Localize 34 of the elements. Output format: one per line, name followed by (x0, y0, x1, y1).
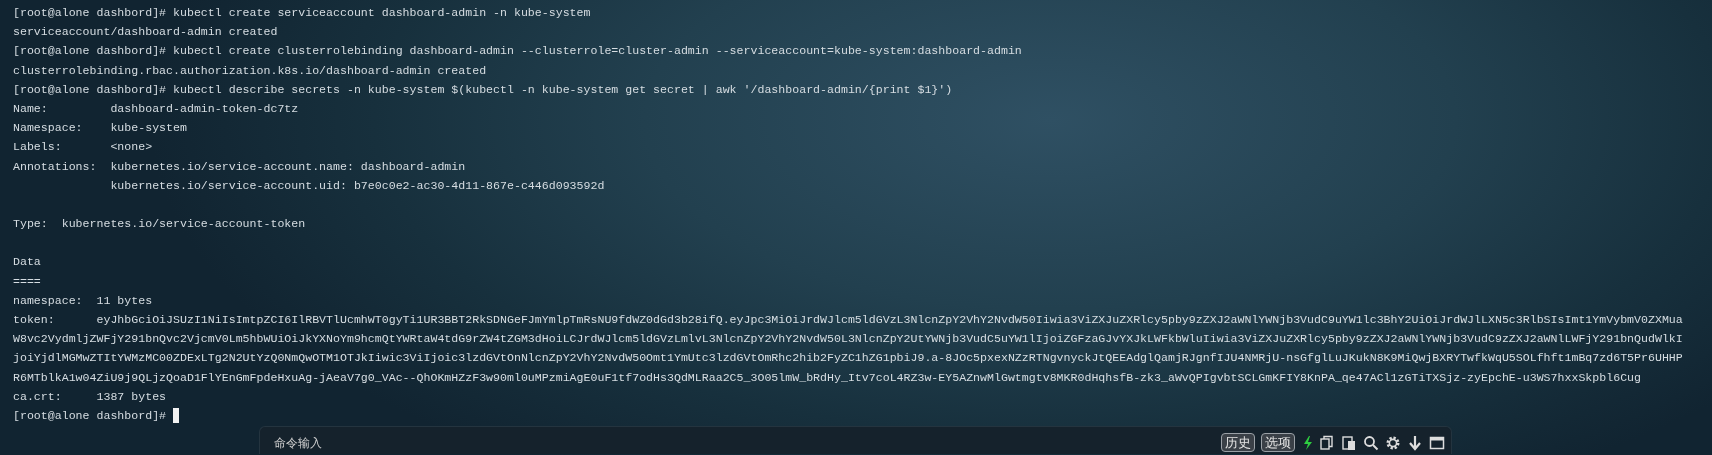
output-line: Name: dashboard-admin-token-dc7tz (13, 100, 299, 117)
output-line: ==== (13, 273, 41, 290)
output-line: kubernetes.io/service-account.uid: b7e0c0e2-ac30-4d11-867e-c446d093592d (109, 177, 605, 194)
toolbar-button[interactable]: 历史 (1221, 433, 1255, 453)
settings-icon[interactable] (1385, 434, 1401, 451)
command-text: kubectl create clusterrolebinding dashboard-admin --clusterrole=cluster-admin --serviceaccount=kube-system:dashboard-admin (172, 43, 1022, 60)
window-icon[interactable] (1429, 434, 1445, 451)
output-line: W8vc2VydmljZWFjY291bnQvc2VjcmV0Lm5hbWUiOiJkYXNoYm9hcmQtYWRtaW4tdG9rZW4tZGM3dHoiLCJrdWJlcm5ldGVzLmlvL3NlcnZpY2VhY2NvdW50L3NlcnZpY2UtYWNjb3VudC5uYW1lIjoiZGFzaGJvYXJkLWFkbWluIiwia3ViZXJuZXRlcy5pby9zZXJ2aWNlYWNjb3VudC9zZXJ2aWNlLWFjY291bnQudWlkI (13, 331, 1683, 348)
command-input[interactable]: 命令输入 (259, 426, 1221, 455)
output-line: ca.crt: 1387 bytes (13, 388, 167, 405)
output-line: token: eyJhbGciOiJSUzI1NiIsImtpZCI6IlRBVTlUcmhWT0gyTi1UR3BBT2RkSDNGeFJmYmlpTmRsNU9fdWZ0dGd3b28ifQ.eyJpc3MiOiJrdWJlcm5ldGVzL3NlcnZpY2VhY2NvdW50Iiwia3ViZXJuZXRlcy5pby9zZXJ2aWNlYWNjb3VudC9uYW1lc3BhY2UiOiJrdWJlLXN5c3RlbSIsImt1YmVybmV0ZXMua (13, 312, 1683, 328)
output-line: Annotations: kubernetes.io/service-account.name: dashboard-admin (13, 158, 466, 175)
paste-icon[interactable] (1341, 434, 1357, 451)
command-text: kubectl create serviceaccount dashboard-admin -n kube-system (172, 5, 591, 21)
terminal-prompt: [root@alone dashbord]# (13, 81, 167, 98)
output-line: Type: kubernetes.io/service-account-token (13, 216, 306, 233)
bolt-icon[interactable] (1301, 434, 1313, 451)
terminal-prompt: [root@alone dashbord]# (13, 43, 167, 60)
search-icon[interactable] (1363, 434, 1379, 451)
terminal-prompt: [root@alone dashbord]# (13, 407, 167, 424)
copy-icon[interactable] (1319, 434, 1335, 451)
terminal-prompt: [root@alone dashbord]# (13, 5, 167, 21)
output-line: Labels: <none> (13, 139, 153, 156)
output-line: R6MTblkA1w04ZiU9j9QLjzQoaD1FlYEnGmFpdeHxuAg-jAeaV7g0_VAc--QhOKmHZzF3w90ml0uMPzmiAgE0uF1tf7odHs3QdMLRaa2C5_3O05lmW_bRdHy_Itv7coL4RZ3w-EY5AZnwMlGwtmgtv8MKR0dHqhsfB-zk3_aWvQPIgvbtSCLGmKFIY8KnPA_qe47ACl1zGTiTXSjz-zyEpchE-u3WS7hxxSkpbl6Cug (13, 369, 1642, 386)
command-text: kubectl describe secrets -n kube-system $(kubectl -n kube-system get secret | awk '/dashboard-admin/{print $1}') (172, 81, 953, 98)
output-line: serviceaccount/dashboard-admin created (13, 24, 278, 41)
output-line: Namespace: kube-system (13, 120, 187, 137)
output-line: joiYjdlMGMwZTItYWMzMC00ZDExLTg2N2UtYzQ0NmQwOTM1OTJkIiwic3ViIjoic3lzdGVtOnNlcnZpY2VhY2NvdW50Omt1YmUtc3lzdGVtOmRhc2hib2FyZC1hZG1pbiJ9.a-8JOc5pxexNZzRTNgvnyckJtQEEAdglQamjRJgnfIJU4NMRjU-nsGfglLuJKukN8K9MiQwjBXRYTwfkWqU5SOLfhft1mBq7zd6T5Pr6UHHP (13, 350, 1683, 367)
down-arrow-icon[interactable] (1407, 434, 1423, 451)
command-input[interactable]: 命令输入 (274, 433, 1221, 452)
output-line: clusterrolebinding.rbac.authorization.k8s.io/dashboard-admin created (13, 62, 487, 79)
toolbar-button[interactable]: 选项 (1261, 433, 1295, 453)
output-line: Data (13, 254, 41, 271)
output-line: namespace: 11 bytes (13, 292, 153, 309)
